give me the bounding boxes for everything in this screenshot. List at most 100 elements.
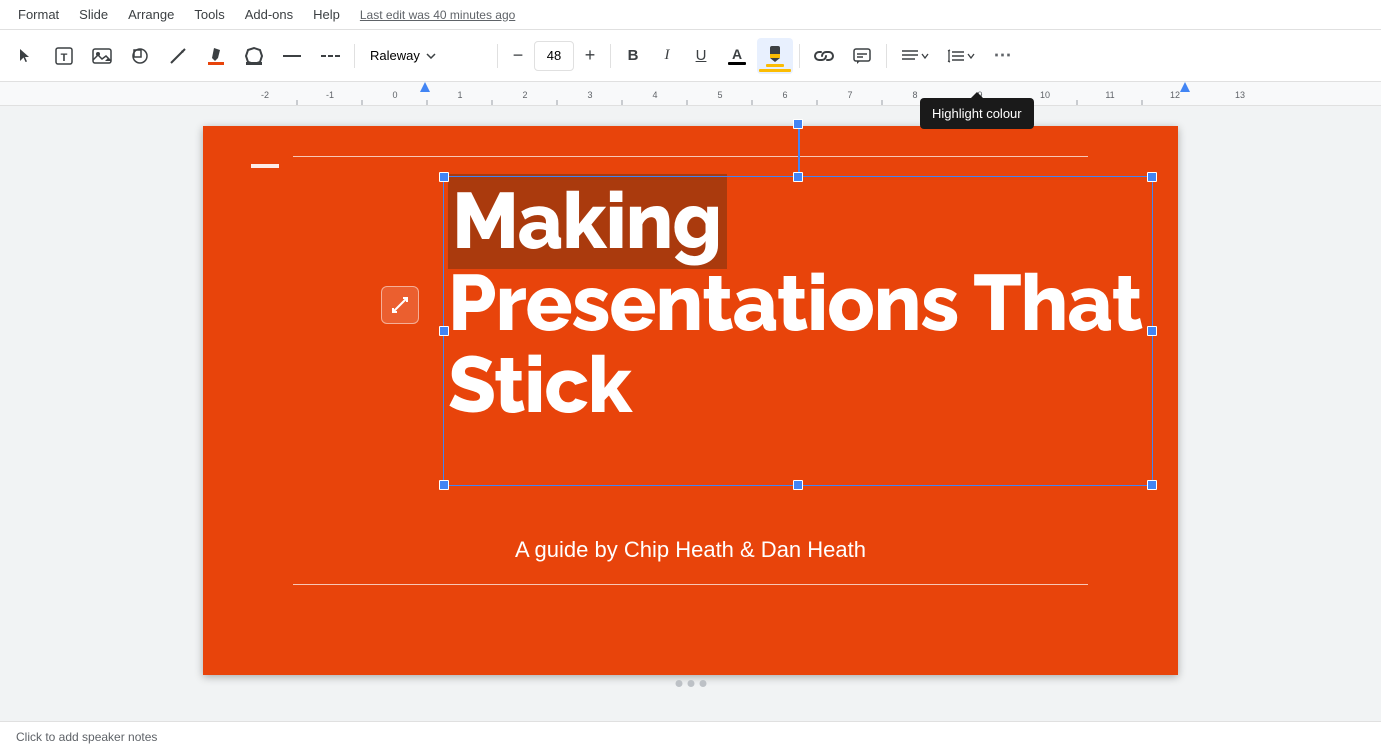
dot-1 <box>675 680 682 687</box>
resize-icon <box>390 295 410 315</box>
shape-tool-button[interactable] <box>122 38 158 74</box>
handle-bottom-mid[interactable] <box>793 480 803 490</box>
line-icon <box>168 46 188 66</box>
highlight-pen-icon <box>766 44 784 62</box>
menu-addons[interactable]: Add-ons <box>237 3 301 26</box>
dot-2 <box>687 680 694 687</box>
menu-slide[interactable]: Slide <box>71 3 116 26</box>
text-color-label: A <box>732 47 742 61</box>
text-tool-button[interactable]: T <box>46 38 82 74</box>
svg-text:8: 8 <box>912 90 917 100</box>
text-edit-icon[interactable] <box>381 286 419 324</box>
highlight-color-swatch <box>766 64 784 67</box>
border-color-button[interactable] <box>236 38 272 74</box>
svg-text:11: 11 <box>1105 90 1114 100</box>
border-style-button[interactable] <box>274 38 310 74</box>
handle-top-mid[interactable] <box>793 172 803 182</box>
image-icon <box>92 47 112 65</box>
svg-text:7: 7 <box>847 90 852 100</box>
comment-button[interactable] <box>844 38 880 74</box>
font-selector[interactable]: Raleway <box>361 43 491 68</box>
toolbar: T <box>0 30 1381 82</box>
svg-text:6: 6 <box>782 90 787 100</box>
main-editing-area: Making Presentations That Stick <box>0 106 1381 721</box>
handle-top-left[interactable] <box>439 172 449 182</box>
divider-2 <box>497 44 498 68</box>
handle-top-right[interactable] <box>1147 172 1157 182</box>
border-dash-icon <box>320 50 340 62</box>
slide-subtitle: A guide by Chip Heath & Dan Heath <box>203 537 1178 563</box>
menu-format[interactable]: Format <box>10 3 67 26</box>
svg-text:13: 13 <box>1235 90 1245 100</box>
shape-icon <box>130 46 150 66</box>
svg-text:2: 2 <box>522 90 527 100</box>
comment-icon <box>852 47 872 65</box>
svg-text:12: 12 <box>1170 90 1180 100</box>
italic-button[interactable]: I <box>651 40 683 72</box>
text-color-button[interactable]: A <box>719 38 755 74</box>
more-options-button[interactable]: ⋯ <box>985 38 1021 74</box>
menu-bar: Format Slide Arrange Tools Add-ons Help … <box>0 0 1381 30</box>
svg-text:4: 4 <box>652 90 657 100</box>
increase-font-size-button[interactable]: + <box>576 38 604 74</box>
border-style-icon <box>282 50 302 62</box>
svg-text:9: 9 <box>977 90 982 100</box>
font-size-controls: − 48 + <box>504 38 604 74</box>
border-dash-button[interactable] <box>312 38 348 74</box>
slide-top-line <box>293 156 1088 157</box>
handle-mid-right[interactable] <box>1147 326 1157 336</box>
svg-text:10: 10 <box>1040 90 1050 100</box>
line-spacing-button[interactable] <box>939 38 983 74</box>
image-tool-button[interactable] <box>84 38 120 74</box>
svg-text:-2: -2 <box>261 90 269 100</box>
ruler: -2 -1 0 1 2 3 4 5 6 7 8 9 10 11 12 13 <box>0 82 1381 106</box>
notes-bar[interactable]: Click to add speaker notes <box>0 721 1381 751</box>
svg-text:0: 0 <box>392 90 397 100</box>
underline-button[interactable]: U <box>685 40 717 72</box>
fill-color-icon <box>206 46 226 66</box>
divider-1 <box>354 44 355 68</box>
font-name: Raleway <box>370 48 420 63</box>
text-box-selection[interactable] <box>443 176 1153 486</box>
handle-bottom-right[interactable] <box>1147 480 1157 490</box>
svg-text:-1: -1 <box>326 90 334 100</box>
text-color-swatch <box>728 62 746 65</box>
notes-placeholder: Click to add speaker notes <box>16 730 157 744</box>
menu-help[interactable]: Help <box>305 3 348 26</box>
svg-text:T: T <box>61 52 68 64</box>
slide-canvas[interactable]: Making Presentations That Stick <box>203 126 1178 675</box>
slide-decoration-dash <box>251 164 279 168</box>
select-tool-button[interactable] <box>8 38 44 74</box>
divider-3 <box>610 44 611 68</box>
link-icon <box>814 48 834 64</box>
fill-color-button[interactable] <box>198 38 234 74</box>
line-spacing-icon <box>947 47 965 65</box>
font-size-input[interactable]: 48 <box>534 41 574 71</box>
menu-tools[interactable]: Tools <box>186 3 232 26</box>
handle-top-center[interactable] <box>793 119 803 129</box>
svg-text:3: 3 <box>587 90 592 100</box>
align-dropdown-icon <box>921 53 929 59</box>
highlight-color-button[interactable] <box>757 38 793 74</box>
dot-3 <box>699 680 706 687</box>
menu-arrange[interactable]: Arrange <box>120 3 182 26</box>
border-color-icon <box>244 46 264 66</box>
handle-bottom-left[interactable] <box>439 480 449 490</box>
divider-5 <box>886 44 887 68</box>
spacing-dropdown-icon <box>967 53 975 59</box>
bold-button[interactable]: B <box>617 40 649 72</box>
slide-bottom-line <box>293 584 1088 585</box>
handle-line <box>798 123 800 177</box>
link-button[interactable] <box>806 38 842 74</box>
dots-indicator <box>675 680 706 687</box>
line-tool-button[interactable] <box>160 38 196 74</box>
align-icon <box>901 48 919 64</box>
handle-mid-left[interactable] <box>439 326 449 336</box>
svg-text:1: 1 <box>457 90 462 100</box>
decrease-font-size-button[interactable]: − <box>504 38 532 74</box>
text-icon: T <box>54 46 74 66</box>
last-edit-label: Last edit was 40 minutes ago <box>360 8 515 22</box>
align-button[interactable] <box>893 38 937 74</box>
chevron-down-icon <box>426 53 436 59</box>
cursor-icon <box>17 47 35 65</box>
